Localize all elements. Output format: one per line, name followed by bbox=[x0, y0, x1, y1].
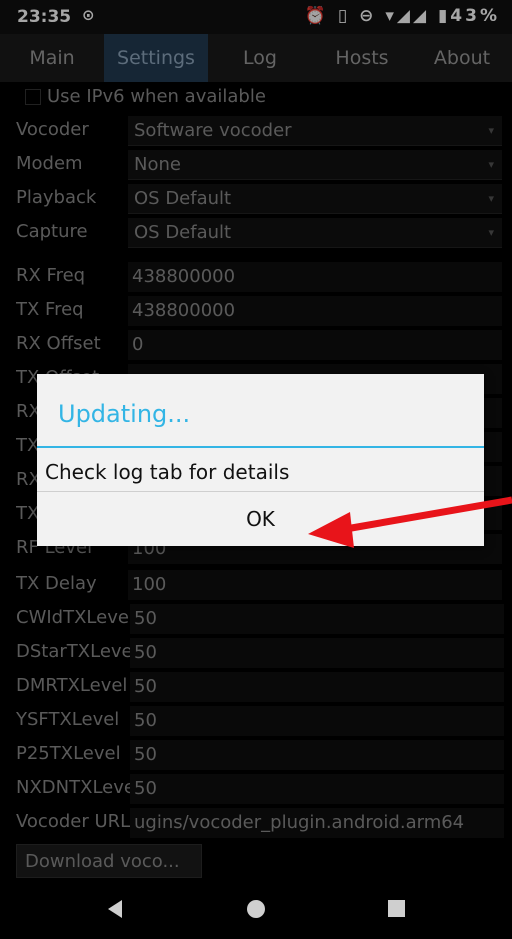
ok-button[interactable]: OK bbox=[37, 492, 484, 546]
back-icon[interactable] bbox=[108, 900, 122, 918]
nav-bar bbox=[0, 882, 512, 939]
dialog-divider bbox=[37, 446, 484, 448]
home-icon[interactable] bbox=[247, 900, 265, 918]
updating-dialog: Updating... Check log tab for details OK bbox=[37, 374, 484, 546]
dialog-title: Updating... bbox=[58, 400, 191, 428]
dialog-message: Check log tab for details bbox=[45, 460, 290, 484]
recents-icon[interactable] bbox=[388, 900, 405, 917]
